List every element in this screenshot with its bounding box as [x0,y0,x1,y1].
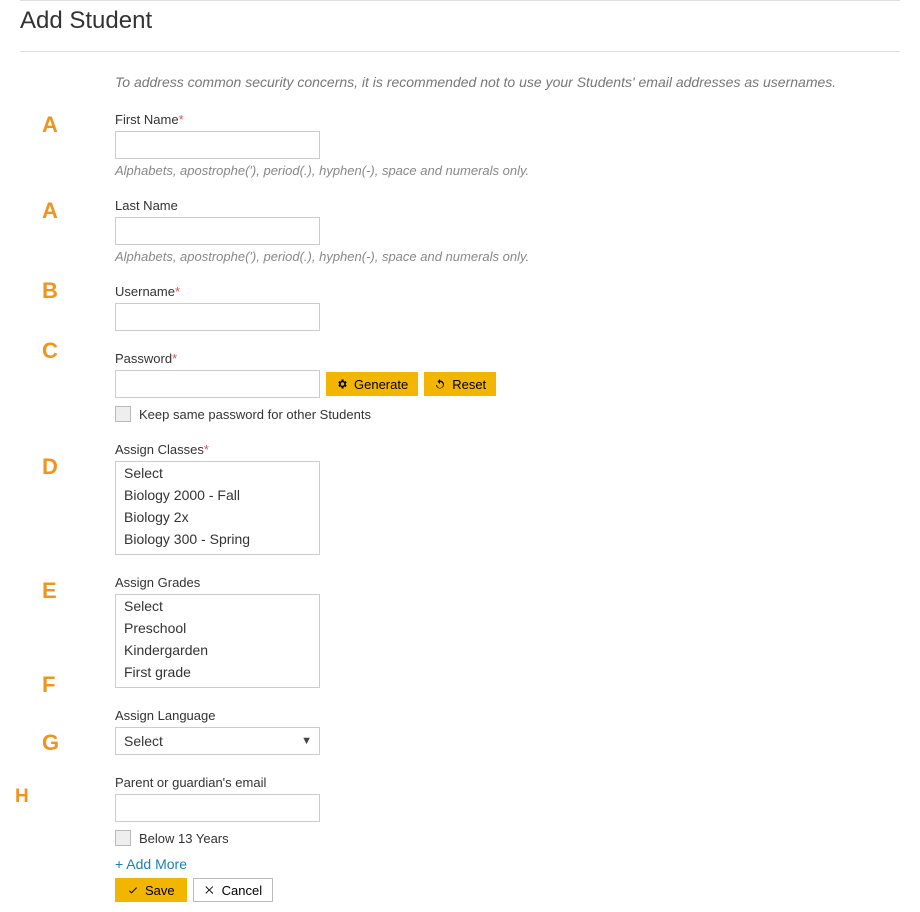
save-button-label: Save [145,883,175,898]
assign-language-select[interactable]: Select [115,727,320,755]
letter-h: H [15,786,29,808]
letter-g: G [42,730,59,756]
last-name-label: Last Name [115,198,900,213]
last-name-input[interactable] [115,217,320,245]
assign-language-label: Assign Language [115,708,900,723]
class-option[interactable]: Biology 2x [116,506,319,528]
letter-b: B [42,278,58,304]
parent-email-label: Parent or guardian's email [115,775,900,790]
class-option[interactable]: Biology 2000 - Fall [116,484,319,506]
security-note: To address common security concerns, it … [115,74,900,90]
letter-f: F [42,672,55,698]
letter-d: D [42,454,58,480]
last-name-hint: Alphabets, apostrophe('), period(.), hyp… [115,249,900,264]
undo-icon [434,378,446,390]
assign-classes-label: Assign Classes* [115,442,900,457]
letter-a-lastname: A [42,198,58,224]
below-13-label: Below 13 Years [139,831,229,846]
reset-button[interactable]: Reset [424,372,496,396]
letter-a-firstname: A [42,112,58,138]
assign-classes-listbox[interactable]: Select Biology 2000 - Fall Biology 2x Bi… [115,461,320,555]
first-name-label: First Name* [115,112,900,127]
generate-button-label: Generate [354,377,408,392]
password-label: Password* [115,351,900,366]
assign-grades-label: Assign Grades [115,575,900,590]
grade-option[interactable]: Select [116,595,319,617]
add-more-link[interactable]: + Add More [115,856,187,872]
assign-grades-listbox[interactable]: Select Preschool Kindergarden First grad… [115,594,320,688]
below-13-checkbox[interactable] [115,830,131,846]
cancel-button[interactable]: Cancel [193,878,273,902]
letter-e: E [42,578,57,604]
first-name-input[interactable] [115,131,320,159]
username-label: Username* [115,284,900,299]
grade-option[interactable]: First grade [116,661,319,683]
assign-language-selected: Select [124,733,163,749]
keep-password-label: Keep same password for other Students [139,407,371,422]
check-icon [127,884,139,896]
gear-icon [336,378,348,390]
username-input[interactable] [115,303,320,331]
reset-button-label: Reset [452,377,486,392]
cancel-button-label: Cancel [222,883,262,898]
letter-c: C [42,338,58,364]
parent-email-input[interactable] [115,794,320,822]
save-button[interactable]: Save [115,878,187,902]
first-name-hint: Alphabets, apostrophe('), period(.), hyp… [115,163,900,178]
generate-button[interactable]: Generate [326,372,418,396]
password-input[interactable] [115,370,320,398]
keep-password-checkbox[interactable] [115,406,131,422]
close-icon [204,884,216,896]
grade-option[interactable]: Kindergarden [116,639,319,661]
class-option[interactable]: Biology 300 - Spring [116,528,319,550]
page-title: Add Student [20,7,900,52]
class-option[interactable]: Select [116,462,319,484]
grade-option[interactable]: Preschool [116,617,319,639]
letter-column: A A B C D E F G H [20,74,115,902]
